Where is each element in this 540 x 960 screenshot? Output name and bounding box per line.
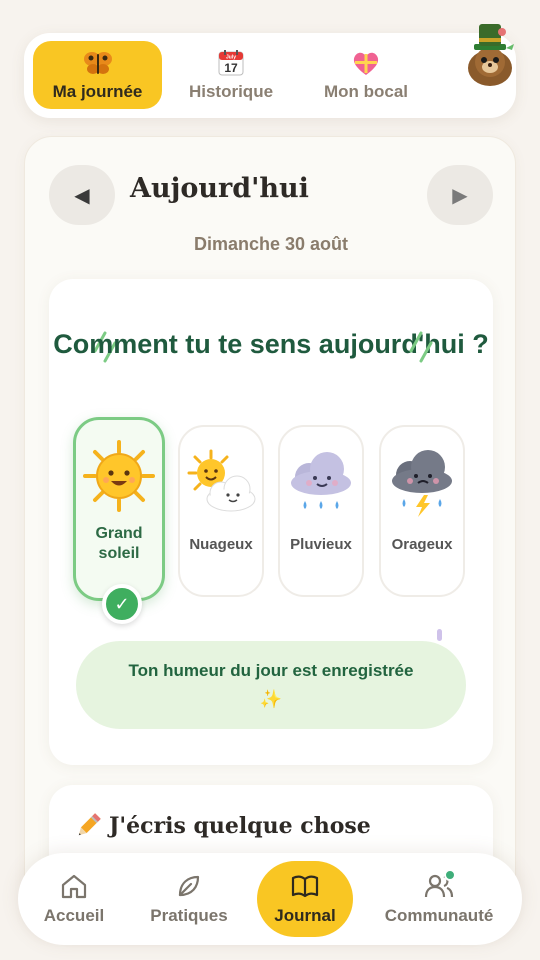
mood-label: Nuageux bbox=[189, 536, 253, 553]
leaf-icon bbox=[176, 872, 202, 900]
nav-pratiques[interactable]: Pratiques bbox=[142, 863, 236, 935]
bottom-nav: Accueil Pratiques Journal Communauté bbox=[18, 853, 522, 945]
nav-pratiques-label: Pratiques bbox=[150, 906, 228, 925]
mood-label: Orageux bbox=[391, 536, 453, 553]
tab-ma-journee-label: Ma journée bbox=[52, 81, 143, 101]
decorative-dot bbox=[437, 629, 442, 641]
book-icon bbox=[291, 872, 319, 900]
nav-journal-label: Journal bbox=[274, 906, 336, 925]
day-date: Dimanche 30 août bbox=[193, 234, 349, 254]
chevron-right-icon: ▶ bbox=[452, 184, 468, 207]
storm-cloud-icon bbox=[392, 450, 452, 517]
nav-accueil-label: Accueil bbox=[43, 906, 105, 925]
sparkle-lines-icon bbox=[409, 331, 435, 370]
mood-option-pluvieux[interactable]: Pluvieux bbox=[278, 425, 364, 597]
mood-option-grand-soleil[interactable]: Grand soleil ✓ bbox=[73, 417, 165, 624]
calendar-month-text: July bbox=[226, 54, 236, 60]
nav-communaute[interactable]: Communauté bbox=[374, 863, 504, 935]
tab-historique[interactable]: July 17 Historique bbox=[172, 41, 290, 109]
check-icon: ✓ bbox=[102, 584, 142, 624]
mood-saved-message: Ton humeur du jour est enregistrée ✨ bbox=[76, 641, 466, 729]
previous-day-button[interactable]: ◀ bbox=[49, 165, 115, 225]
chevron-left-icon: ◀ bbox=[74, 184, 90, 207]
saved-message-text: Ton humeur du jour est enregistrée bbox=[128, 660, 414, 680]
mood-option-nuageux[interactable]: Nuageux bbox=[178, 425, 264, 597]
home-icon bbox=[60, 872, 88, 900]
rain-cloud-icon bbox=[291, 452, 351, 509]
next-day-button[interactable]: ▶ bbox=[427, 165, 493, 225]
tab-mon-bocal[interactable]: Mon bocal bbox=[304, 41, 428, 109]
mood-label: Grand soleil bbox=[95, 525, 143, 562]
sun-icon bbox=[83, 440, 155, 512]
butterfly-icon bbox=[83, 49, 113, 79]
mood-card: Comment tu te sens aujourd'hui ? Grand s… bbox=[49, 279, 493, 765]
tab-historique-label: Historique bbox=[188, 81, 274, 101]
mood-label: Pluvieux bbox=[290, 536, 352, 553]
write-title-text: J'écris quelque chose bbox=[109, 813, 371, 839]
day-panel: ◀ Aujourd'hui ▶ Dimanche 30 août Comment… bbox=[24, 136, 516, 936]
mood-option-orageux[interactable]: Orageux bbox=[379, 425, 465, 597]
tab-ma-journee[interactable]: Ma journée bbox=[33, 41, 162, 109]
nav-communaute-label: Communauté bbox=[384, 906, 494, 925]
day-title: Aujourd'hui bbox=[130, 173, 309, 204]
sparkle-icon: ✨ bbox=[259, 688, 283, 709]
calendar-icon: July 17 bbox=[217, 49, 245, 79]
notification-dot bbox=[444, 869, 456, 881]
nav-journal[interactable]: Journal bbox=[257, 861, 353, 937]
tab-mon-bocal-label: Mon bocal bbox=[323, 81, 409, 101]
calendar-day-text: 17 bbox=[224, 61, 238, 75]
pencil-icon bbox=[73, 811, 103, 841]
write-title: J'écris quelque chose bbox=[73, 811, 371, 841]
heart-gift-icon bbox=[351, 49, 381, 79]
sun-cloud-icon bbox=[187, 449, 256, 512]
avatar[interactable] bbox=[458, 18, 522, 88]
top-tab-bar: Ma journée July 17 Historique Mon bocal bbox=[24, 33, 516, 118]
nav-accueil[interactable]: Accueil bbox=[36, 863, 112, 935]
